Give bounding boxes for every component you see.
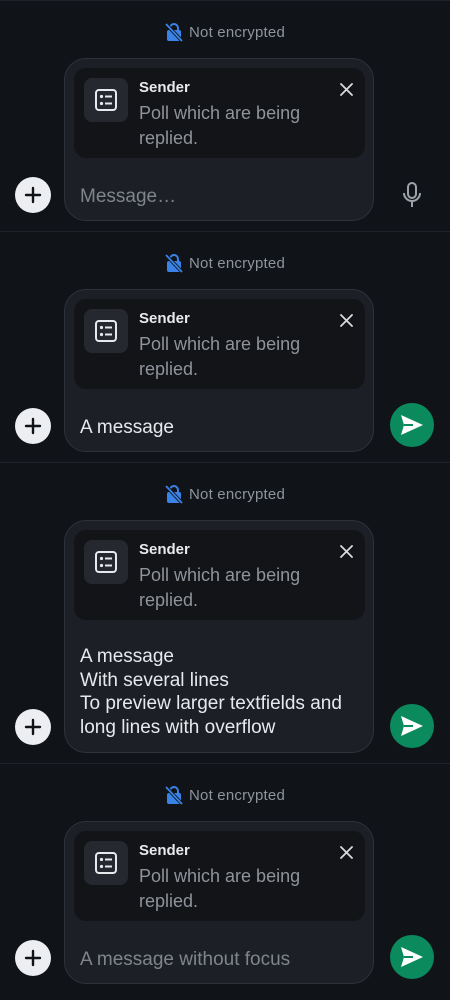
composer-panel-4: Not encrypted Sender Poll which are bein…	[0, 763, 450, 1000]
message-input[interactable]: Message…	[80, 185, 176, 209]
reply-text: Poll which are being replied.	[139, 103, 301, 148]
reply-text: Poll which are being replied.	[139, 565, 301, 610]
plus-icon	[24, 949, 42, 967]
message-composer: Sender Poll which are being replied. A m…	[64, 520, 374, 753]
poll-icon	[84, 841, 128, 885]
message-composer: Sender Poll which are being replied. A m…	[64, 821, 374, 984]
send-icon	[401, 415, 423, 435]
poll-icon	[84, 540, 128, 584]
poll-icon	[84, 78, 128, 122]
reply-preview: Sender Poll which are being replied.	[74, 299, 365, 389]
reply-preview: Sender Poll which are being replied.	[74, 68, 365, 158]
send-button[interactable]	[390, 935, 434, 979]
add-attachment-button[interactable]	[15, 177, 51, 213]
reply-sender: Sender	[139, 310, 190, 327]
encryption-status: Not encrypted	[0, 21, 450, 43]
composer-panel-2: Not encrypted Sender Poll which are bein…	[0, 231, 450, 462]
encryption-status: Not encrypted	[0, 252, 450, 274]
reply-sender: Sender	[139, 842, 190, 859]
lock-off-icon	[165, 785, 183, 805]
mic-button[interactable]	[398, 180, 426, 210]
composer-panel-1: Not encrypted Sender Poll which are bein…	[0, 0, 450, 231]
encryption-label: Not encrypted	[189, 254, 285, 272]
send-icon	[401, 947, 423, 967]
add-attachment-button[interactable]	[15, 940, 51, 976]
encryption-label: Not encrypted	[189, 786, 285, 804]
reply-preview: Sender Poll which are being replied.	[74, 530, 365, 620]
message-input[interactable]: A message With several lines To preview …	[80, 645, 370, 739]
message-input[interactable]: A message	[80, 416, 174, 440]
lock-off-icon	[165, 484, 183, 504]
encryption-status: Not encrypted	[0, 483, 450, 505]
message-composer: Sender Poll which are being replied. Mes…	[64, 58, 374, 221]
close-icon[interactable]	[337, 80, 355, 98]
reply-preview: Sender Poll which are being replied.	[74, 831, 365, 921]
add-attachment-button[interactable]	[15, 709, 51, 745]
encryption-label: Not encrypted	[189, 485, 285, 503]
lock-off-icon	[165, 22, 183, 42]
close-icon[interactable]	[337, 542, 355, 560]
message-composer: Sender Poll which are being replied. A m…	[64, 289, 374, 452]
plus-icon	[24, 417, 42, 435]
reply-text: Poll which are being replied.	[139, 334, 301, 379]
add-attachment-button[interactable]	[15, 408, 51, 444]
reply-sender: Sender	[139, 541, 190, 558]
plus-icon	[24, 186, 42, 204]
reply-sender: Sender	[139, 79, 190, 96]
reply-text: Poll which are being replied.	[139, 866, 301, 911]
send-icon	[401, 716, 423, 736]
plus-icon	[24, 718, 42, 736]
close-icon[interactable]	[337, 311, 355, 329]
mic-icon	[403, 182, 421, 207]
send-button[interactable]	[390, 704, 434, 748]
poll-icon	[84, 309, 128, 353]
send-button[interactable]	[390, 403, 434, 447]
message-input[interactable]: A message without focus	[80, 948, 290, 972]
composer-panel-3: Not encrypted Sender Poll which are bein…	[0, 462, 450, 763]
encryption-status: Not encrypted	[0, 784, 450, 806]
close-icon[interactable]	[337, 843, 355, 861]
encryption-label: Not encrypted	[189, 23, 285, 41]
lock-off-icon	[165, 253, 183, 273]
